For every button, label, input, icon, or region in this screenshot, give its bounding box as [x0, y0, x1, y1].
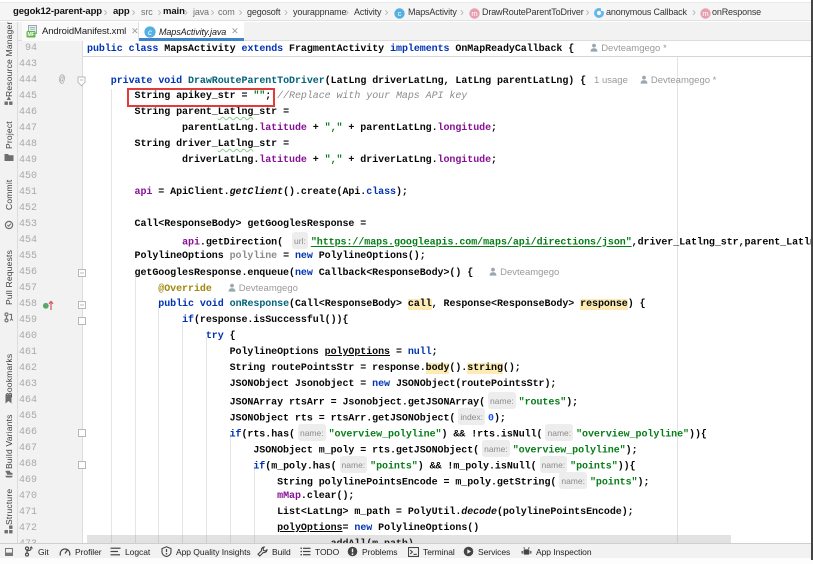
svg-text:c: c: [148, 27, 152, 36]
svg-text:c: c: [398, 9, 402, 18]
svg-text:m: m: [702, 9, 708, 18]
svg-text:MF: MF: [27, 32, 34, 38]
svg-text:m: m: [471, 9, 477, 18]
